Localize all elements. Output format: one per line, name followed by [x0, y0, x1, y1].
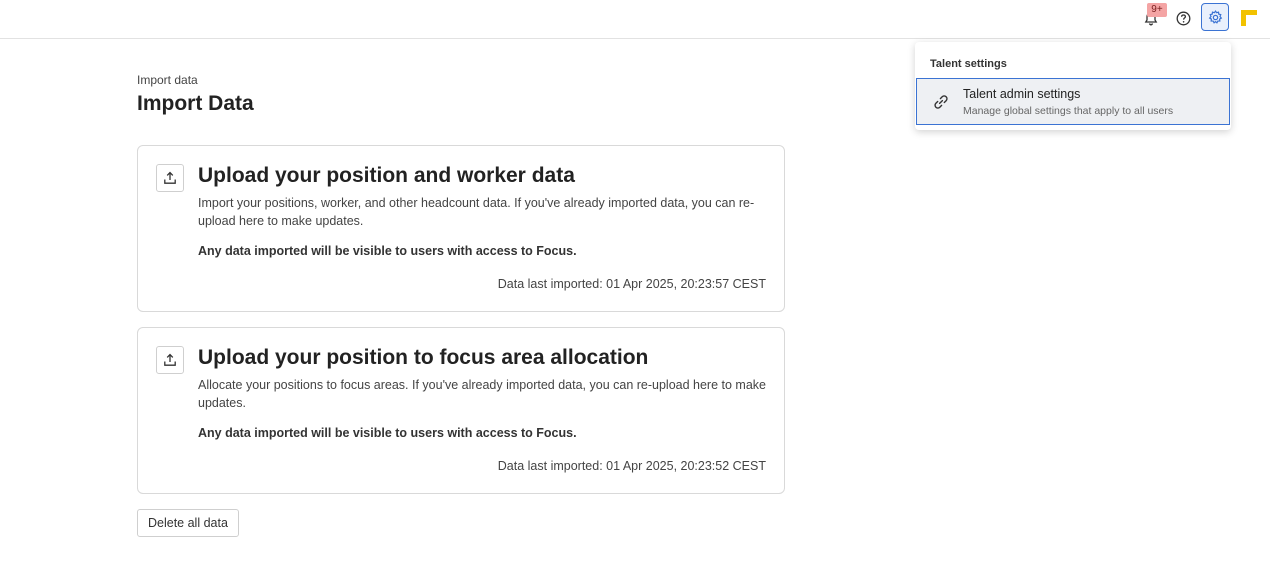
settings-button[interactable] [1201, 3, 1229, 31]
app-logo[interactable] [1239, 8, 1259, 28]
help-button[interactable] [1172, 7, 1194, 29]
card-title: Upload your position to focus area alloc… [198, 346, 649, 369]
upload-button[interactable] [156, 164, 184, 192]
logo-icon [1241, 10, 1257, 26]
upload-icon [164, 353, 176, 366]
talent-settings-dropdown: Talent settings Talent admin settings Ma… [915, 42, 1231, 130]
item-description: Manage global settings that apply to all… [963, 105, 1174, 117]
upload-icon [164, 171, 176, 184]
upload-focus-area-card: Upload your position to focus area alloc… [137, 327, 785, 494]
upload-button[interactable] [156, 346, 184, 374]
breadcrumb[interactable]: Import data [137, 73, 198, 87]
card-title: Upload your position and worker data [198, 164, 575, 187]
last-imported-timestamp: Data last imported: 01 Apr 2025, 20:23:5… [497, 459, 766, 473]
dropdown-heading: Talent settings [930, 58, 1007, 70]
talent-admin-settings-item[interactable]: Talent admin settings Manage global sett… [916, 78, 1230, 125]
upload-position-worker-card: Upload your position and worker data Imp… [137, 145, 785, 312]
notification-count-badge: 9+ [1147, 3, 1167, 17]
delete-all-data-button[interactable]: Delete all data [137, 509, 239, 537]
page-title: Import Data [137, 92, 254, 115]
item-label: Talent admin settings [963, 87, 1081, 101]
gear-icon [1208, 9, 1222, 24]
top-bar: 9+ [0, 0, 1270, 39]
visibility-warning: Any data imported will be visible to use… [198, 426, 577, 440]
card-description: Allocate your positions to focus areas. … [198, 378, 766, 410]
help-icon [1176, 11, 1190, 25]
card-description: Import your positions, worker, and other… [198, 196, 755, 228]
link-icon [934, 95, 948, 109]
last-imported-timestamp: Data last imported: 01 Apr 2025, 20:23:5… [497, 277, 766, 291]
visibility-warning: Any data imported will be visible to use… [198, 244, 577, 258]
